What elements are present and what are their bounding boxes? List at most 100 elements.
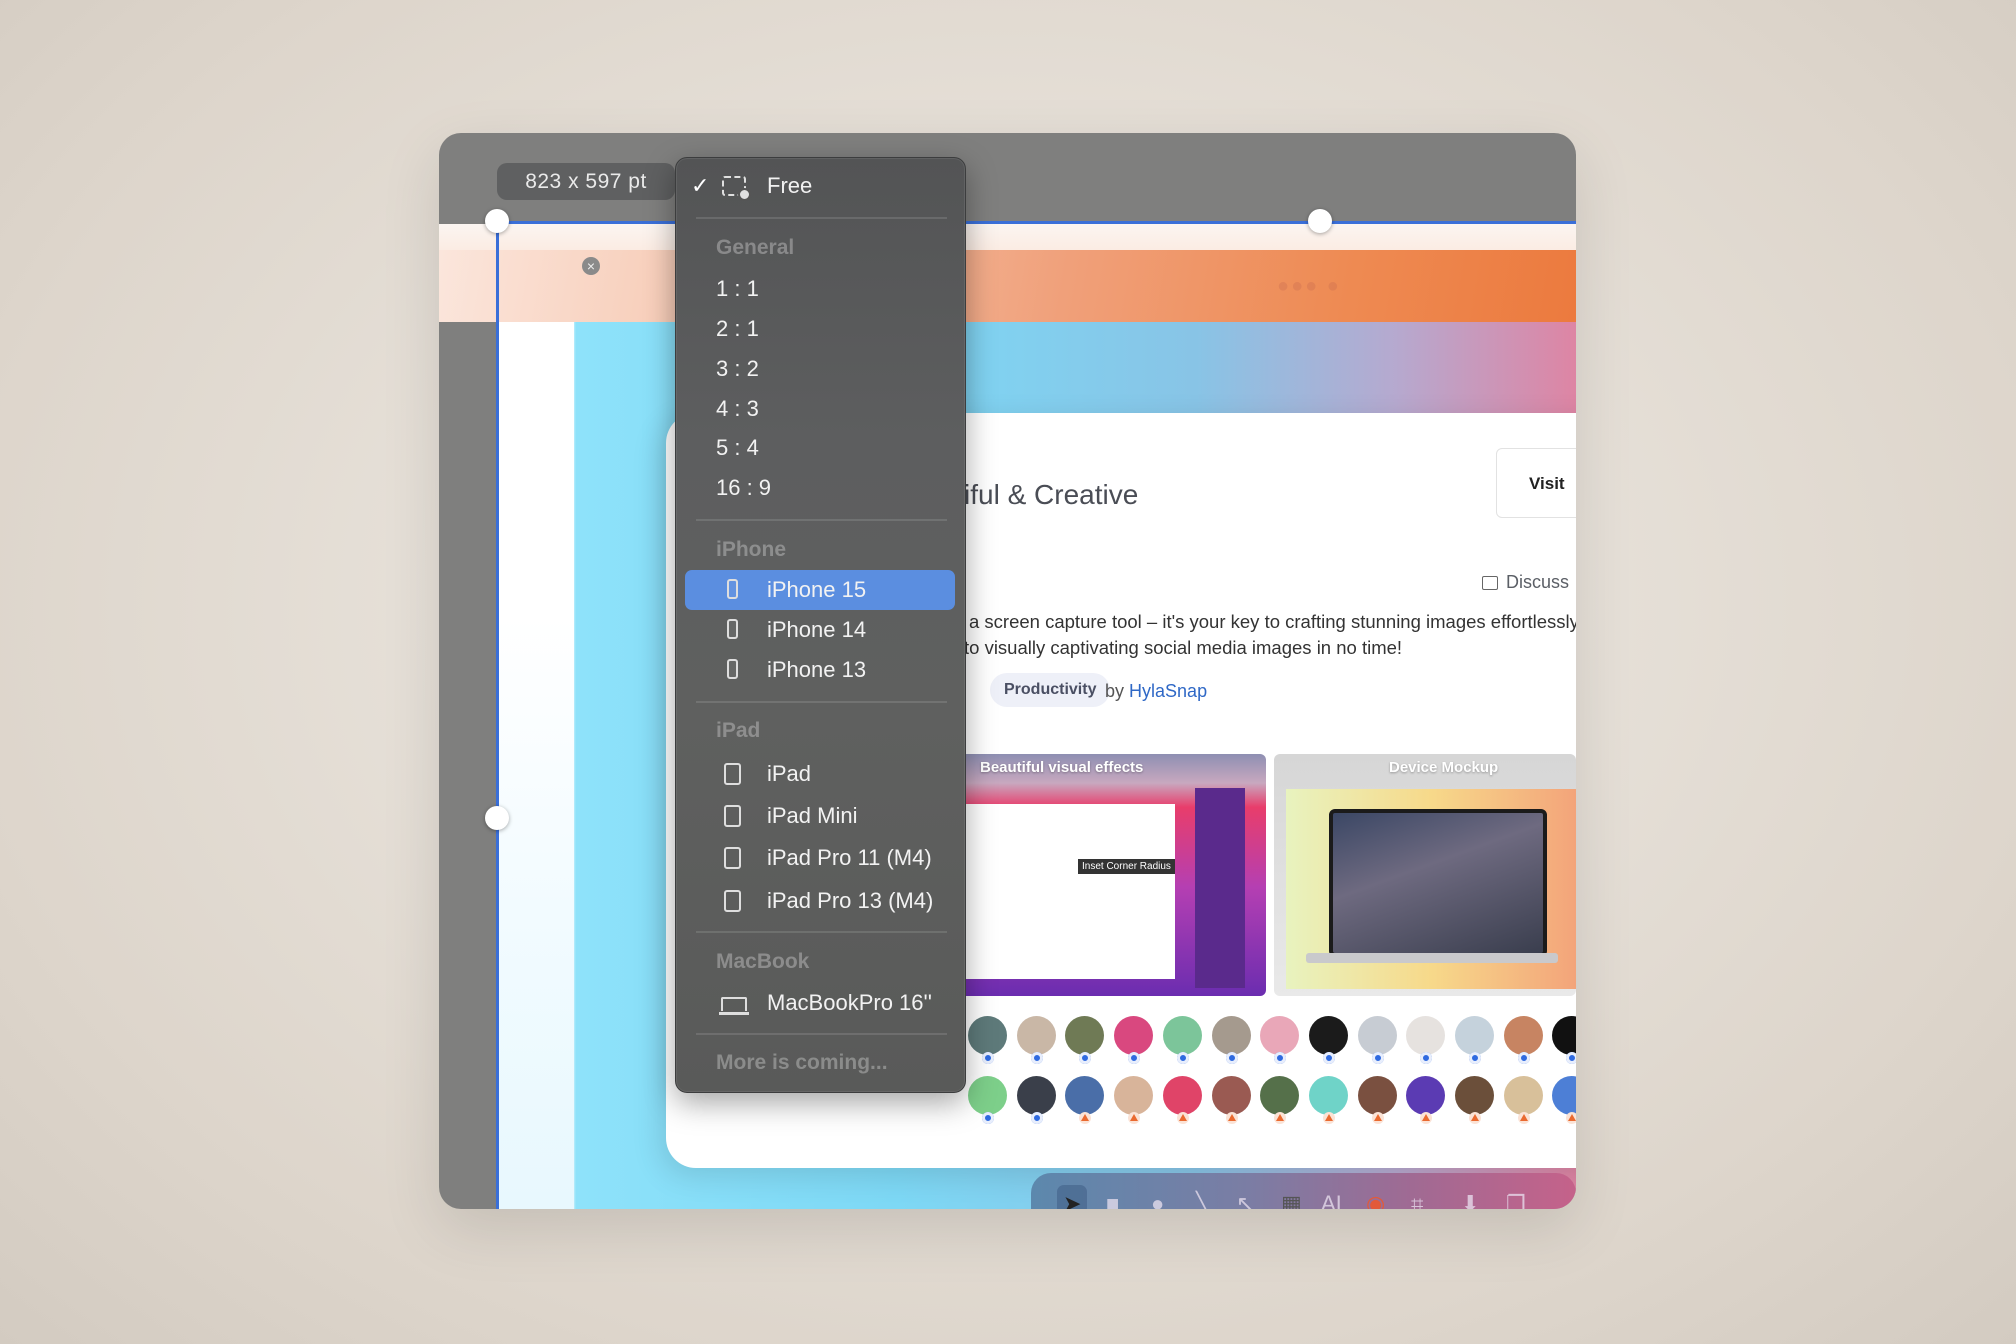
dimensions-label: 823 x 597 pt xyxy=(497,163,675,200)
upvoter-avatar[interactable] xyxy=(1308,1076,1348,1115)
menu-separator xyxy=(696,931,947,933)
menu-header-iphone: iPhone xyxy=(716,538,787,561)
upvoter-avatar[interactable] xyxy=(1016,1016,1056,1055)
close-icon[interactable]: × xyxy=(582,257,600,275)
menu-item-iphone-13[interactable]: iPhone 13 xyxy=(676,650,965,690)
gallery-image-device-mockup[interactable]: Device Mockup xyxy=(1274,754,1576,996)
pixelate-icon[interactable]: ▦ xyxy=(1281,1191,1302,1209)
page-top-strip xyxy=(439,224,1576,250)
menu-item-ipad[interactable]: iPad xyxy=(676,754,965,794)
iphone-icon xyxy=(727,659,738,679)
menu-item-16-9[interactable]: 16 : 9 xyxy=(676,468,965,508)
menu-item-label: iPhone 15 xyxy=(767,577,867,602)
description-line-1: a screen capture tool – it's your key to… xyxy=(969,611,1576,632)
macbook-base xyxy=(1306,953,1558,963)
upvoter-avatar[interactable] xyxy=(1357,1016,1397,1055)
upvoter-avatar[interactable] xyxy=(1162,1016,1202,1055)
menu-item-label: iPad Mini xyxy=(767,803,858,828)
copy-icon[interactable]: ❐ xyxy=(1506,1191,1526,1209)
banner-dots: ●●● ● xyxy=(1277,275,1341,297)
by-prefix: by xyxy=(1105,681,1125,701)
upvoter-avatar[interactable] xyxy=(1503,1076,1543,1115)
upvote-badge-icon xyxy=(1322,1112,1335,1124)
menu-item-2-1[interactable]: 2 : 1 xyxy=(676,309,965,349)
menu-item-free[interactable]: ✓ Free xyxy=(676,166,965,206)
upvoter-avatar[interactable] xyxy=(1260,1076,1300,1115)
line-icon[interactable]: ╲ xyxy=(1196,1191,1209,1209)
menu-item-ipad-pro-13[interactable]: iPad Pro 13 (M4) xyxy=(676,881,965,921)
upvote-badge-icon xyxy=(1371,1112,1384,1124)
arrow-icon[interactable]: ↖ xyxy=(1236,1191,1254,1209)
menu-item-label: 2 : 1 xyxy=(716,316,759,341)
menu-item-label: 4 : 3 xyxy=(716,396,759,421)
color-picker-icon[interactable]: ◉ xyxy=(1366,1191,1385,1209)
ai-text-icon[interactable]: AI xyxy=(1321,1191,1342,1209)
upvoter-avatar[interactable] xyxy=(1503,1016,1543,1055)
upvoter-avatar[interactable] xyxy=(968,1076,1007,1115)
menu-item-ipad-pro-11[interactable]: iPad Pro 11 (M4) xyxy=(676,838,965,878)
comment-badge-icon xyxy=(1176,1052,1189,1064)
gallery-title: Beautiful visual effects xyxy=(980,759,1144,776)
menu-separator xyxy=(696,1033,947,1035)
comment-icon xyxy=(1482,575,1498,590)
menu-separator xyxy=(696,519,947,521)
menu-item-macbookpro-16[interactable]: MacBookPro 16'' xyxy=(676,983,965,1023)
upvoter-avatar[interactable] xyxy=(1455,1076,1494,1115)
circle-icon[interactable]: ● xyxy=(1151,1191,1164,1209)
menu-item-label: 1 : 1 xyxy=(716,276,759,301)
upvoter-avatar[interactable] xyxy=(1016,1076,1056,1115)
upvote-badge-icon xyxy=(1176,1112,1189,1124)
upvote-badge-icon xyxy=(1225,1112,1238,1124)
upvote-badge-icon xyxy=(1566,1112,1576,1124)
menu-header-macbook: MacBook xyxy=(716,950,810,973)
crop-icon[interactable]: ⌗ xyxy=(1411,1191,1423,1209)
upvoter-avatar[interactable] xyxy=(1211,1016,1251,1055)
page-banner xyxy=(439,250,1576,322)
ipad-icon xyxy=(724,890,741,912)
menu-item-iphone-14[interactable]: iPhone 14 xyxy=(676,610,965,650)
comment-badge-icon xyxy=(982,1112,994,1124)
menu-item-label: 16 : 9 xyxy=(716,475,772,500)
free-crop-icon xyxy=(722,176,751,201)
menu-item-5-4[interactable]: 5 : 4 xyxy=(676,428,965,468)
upvoter-avatar[interactable] xyxy=(1114,1076,1154,1115)
upvote-badge-icon xyxy=(1517,1112,1530,1124)
product-headline: iful & Creative xyxy=(964,479,1139,510)
category-tag[interactable]: Productivity xyxy=(990,673,1111,707)
menu-item-iphone-15[interactable]: iPhone 15 xyxy=(676,570,965,610)
save-icon[interactable]: ⬇ xyxy=(1461,1191,1479,1209)
visit-button[interactable]: Visit xyxy=(1496,448,1576,518)
upvoter-avatar[interactable] xyxy=(1308,1016,1348,1055)
upvoter-avatar[interactable] xyxy=(1357,1076,1397,1115)
upvoter-avatar[interactable] xyxy=(1260,1016,1300,1055)
discuss-link[interactable]: Discuss xyxy=(1482,572,1569,593)
menu-header-ipad: iPad xyxy=(716,719,761,742)
rectangle-icon[interactable]: ■ xyxy=(1106,1191,1119,1209)
resize-handle-left[interactable] xyxy=(485,806,509,830)
capture-backdrop-left xyxy=(496,221,574,1209)
menu-item-1-1[interactable]: 1 : 1 xyxy=(676,269,965,309)
maker-link[interactable]: HylaSnap xyxy=(1129,681,1207,701)
comment-badge-icon xyxy=(1566,1052,1576,1064)
resize-handle-top-left[interactable] xyxy=(485,209,509,233)
resize-handle-top[interactable] xyxy=(1308,209,1332,233)
macbook-screen xyxy=(1329,809,1547,957)
gallery-side-panel xyxy=(1195,788,1245,988)
upvoter-avatar[interactable] xyxy=(1211,1076,1251,1115)
upvoter-avatar[interactable] xyxy=(1455,1016,1494,1055)
ipad-icon xyxy=(724,847,741,869)
comment-badge-icon xyxy=(1030,1052,1043,1064)
description-line-2: to visually captivating social media ima… xyxy=(964,637,1403,658)
menu-item-4-3[interactable]: 4 : 3 xyxy=(676,389,965,429)
comment-badge-icon xyxy=(1030,1112,1043,1124)
menu-item-ipad-mini[interactable]: iPad Mini xyxy=(676,796,965,836)
menu-item-3-2[interactable]: 3 : 2 xyxy=(676,349,965,389)
menu-item-label: MacBookPro 16'' xyxy=(767,990,932,1015)
ipad-icon xyxy=(724,805,741,827)
upvoter-avatar[interactable] xyxy=(1162,1076,1202,1115)
upvoter-avatar[interactable] xyxy=(1114,1016,1154,1055)
pointer-icon[interactable]: ➤ xyxy=(1063,1191,1081,1209)
upvoter-avatar[interactable] xyxy=(968,1016,1007,1055)
iphone-icon xyxy=(727,619,738,639)
gallery-image-visual-effects[interactable]: Beautiful visual effects Inset Corner Ra… xyxy=(960,754,1266,996)
